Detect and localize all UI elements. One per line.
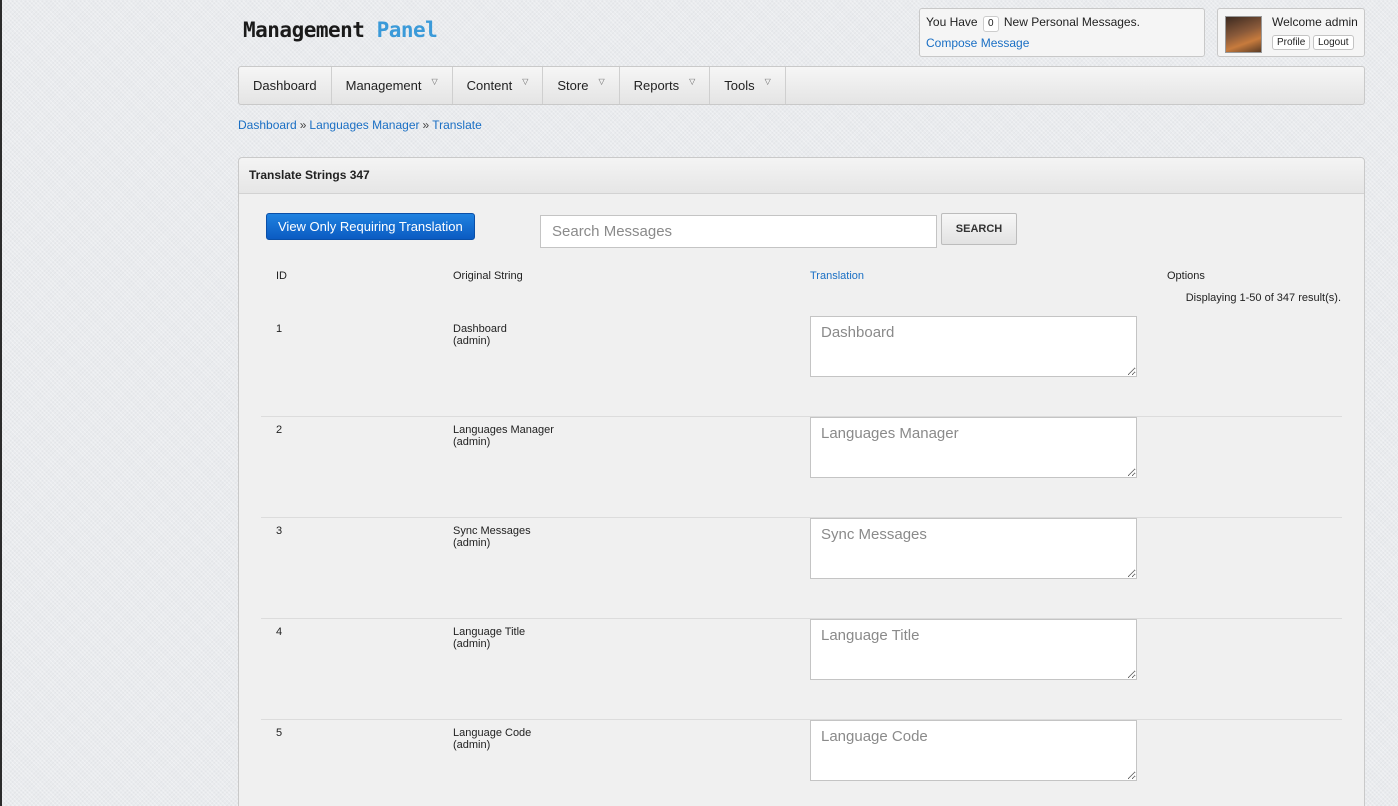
- nav-label: Management: [345, 78, 422, 93]
- messages-summary: You Have 0 New Personal Messages.: [926, 15, 1198, 32]
- welcome-text: Welcome admin: [1272, 15, 1358, 29]
- avatar[interactable]: [1225, 16, 1262, 53]
- original-string: Language Code (admin): [453, 727, 531, 751]
- translation-field[interactable]: [810, 720, 1137, 781]
- original-context: (admin): [453, 436, 491, 448]
- chevron-down-icon: ▽: [764, 77, 771, 86]
- window-edge: [0, 0, 2, 806]
- original-string: Sync Messages (admin): [453, 525, 531, 549]
- messages-suffix: New Personal Messages.: [1003, 15, 1140, 29]
- breadcrumb-dashboard[interactable]: Dashboard: [238, 118, 297, 132]
- translation-field[interactable]: [810, 518, 1137, 579]
- row-id: 1: [276, 323, 283, 335]
- chevron-down-icon: ▽: [689, 77, 696, 86]
- table-row: 5 Language Code (admin): [261, 720, 1342, 806]
- breadcrumb-separator: »: [422, 118, 430, 132]
- column-header-options: Options: [1167, 270, 1205, 282]
- nav-label: Dashboard: [253, 78, 317, 93]
- nav-label: Store: [557, 78, 589, 93]
- nav-item-management[interactable]: Management ▽: [332, 67, 453, 104]
- nav-item-reports[interactable]: Reports ▽: [620, 67, 711, 104]
- panel-title: Translate Strings 347: [239, 158, 1364, 194]
- table-row: 4 Language Title (admin): [261, 619, 1342, 720]
- table-row: 3 Sync Messages (admin): [261, 518, 1342, 619]
- translate-panel: Translate Strings 347 View Only Requirin…: [238, 157, 1365, 806]
- nav-label: Tools: [724, 78, 755, 93]
- main-nav: Dashboard Management ▽ Content ▽ Store ▽…: [238, 66, 1365, 105]
- original-string: Language Title (admin): [453, 626, 525, 650]
- nav-item-content[interactable]: Content ▽: [453, 67, 544, 104]
- profile-button[interactable]: Profile: [1272, 35, 1311, 50]
- chevron-down-icon: ▽: [431, 77, 438, 86]
- logout-button[interactable]: Logout: [1313, 35, 1354, 50]
- original-string: Languages Manager (admin): [453, 424, 554, 448]
- original-string: Dashboard (admin): [453, 323, 507, 347]
- original-text: Language Code: [453, 727, 532, 739]
- column-header-original: Original String: [453, 270, 523, 282]
- original-context: (admin): [453, 537, 491, 549]
- row-id: 2: [276, 424, 283, 436]
- nav-label: Reports: [633, 78, 680, 93]
- table-row: 1 Dashboard (admin): [261, 316, 1342, 417]
- nav-item-dashboard[interactable]: Dashboard: [239, 67, 332, 104]
- column-header-translation[interactable]: Translation: [810, 270, 864, 282]
- chevron-down-icon: ▽: [522, 77, 529, 86]
- breadcrumb-translate[interactable]: Translate: [432, 118, 482, 132]
- messages-box: You Have 0 New Personal Messages. Compos…: [919, 8, 1205, 57]
- message-count-badge[interactable]: 0: [982, 16, 999, 32]
- site-logo[interactable]: Management Panel: [243, 18, 438, 42]
- messages-prefix: You Have: [926, 15, 978, 29]
- nav-item-store[interactable]: Store ▽: [543, 67, 620, 104]
- results-count: Displaying 1-50 of 347 result(s).: [1185, 292, 1341, 304]
- nav-item-tools[interactable]: Tools ▽: [710, 67, 786, 104]
- breadcrumb-separator: »: [299, 118, 307, 132]
- breadcrumb: Dashboard» Languages Manager» Translate: [238, 118, 482, 132]
- nav-label: Content: [466, 78, 513, 93]
- view-requiring-translation-button[interactable]: View Only Requiring Translation: [266, 213, 475, 240]
- original-context: (admin): [453, 335, 491, 347]
- original-text: Dashboard: [453, 323, 507, 335]
- row-id: 5: [276, 727, 283, 739]
- translation-field[interactable]: [810, 417, 1137, 478]
- search-input[interactable]: [540, 215, 937, 248]
- original-text: Languages Manager: [453, 424, 554, 436]
- compose-message-link[interactable]: Compose Message: [926, 36, 1029, 50]
- table-row: 2 Languages Manager (admin): [261, 417, 1342, 518]
- user-box: Welcome admin Profile Logout: [1217, 8, 1365, 57]
- row-id: 4: [276, 626, 283, 638]
- original-context: (admin): [453, 739, 491, 751]
- original-text: Sync Messages: [453, 525, 531, 537]
- breadcrumb-languages-manager[interactable]: Languages Manager: [309, 118, 419, 132]
- chevron-down-icon: ▽: [598, 77, 605, 86]
- column-header-id: ID: [276, 270, 287, 282]
- translation-field[interactable]: [810, 619, 1137, 680]
- translation-field[interactable]: [810, 316, 1137, 377]
- original-text: Language Title: [453, 626, 526, 638]
- original-context: (admin): [453, 638, 491, 650]
- logo-text-accent: Panel: [376, 18, 438, 42]
- row-id: 3: [276, 525, 283, 537]
- search-button[interactable]: SEARCH: [941, 213, 1017, 245]
- logo-text-primary: Management: [243, 18, 365, 42]
